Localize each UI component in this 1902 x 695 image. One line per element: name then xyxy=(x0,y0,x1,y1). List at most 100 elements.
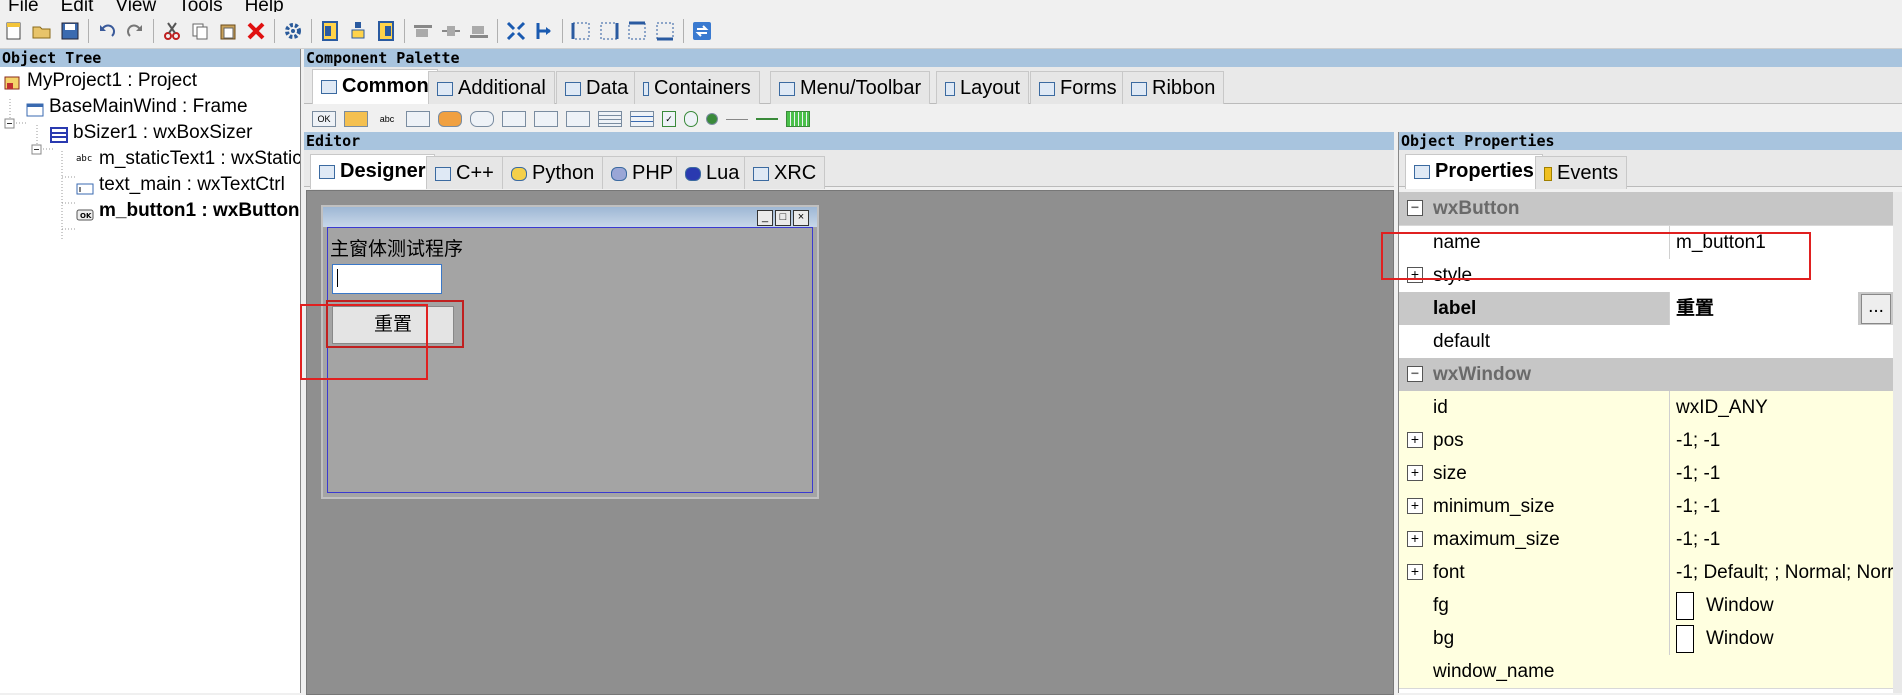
align-right-icon[interactable] xyxy=(375,20,397,42)
property-row-size[interactable]: + size -1; -1 xyxy=(1399,457,1893,491)
property-scrollbar[interactable] xyxy=(1893,192,1902,693)
menu-view[interactable]: View xyxy=(115,0,156,12)
property-row-id[interactable]: id wxID_ANY xyxy=(1399,391,1893,425)
ribbon-tab-icon xyxy=(1131,81,1147,96)
refresh-icon[interactable] xyxy=(691,20,713,42)
tree-item-static-text[interactable]: abc m_staticText1 : wxStatic xyxy=(76,147,300,171)
widget-grid-icon[interactable] xyxy=(598,111,622,127)
border-bottom-icon[interactable] xyxy=(654,20,676,42)
settings-icon[interactable] xyxy=(282,20,304,42)
undo-icon[interactable] xyxy=(96,20,118,42)
property-row-maximum-size[interactable]: + maximum_size -1; -1 xyxy=(1399,523,1893,557)
collapse-icon[interactable]: − xyxy=(1407,366,1423,382)
tab-containers[interactable]: Containers xyxy=(634,71,760,104)
widget-staticline-icon[interactable] xyxy=(726,118,748,120)
containers-tab-icon xyxy=(643,81,649,96)
tab-lua[interactable]: Lua xyxy=(676,156,749,189)
align-middle-icon[interactable] xyxy=(440,20,462,42)
property-row-font[interactable]: + font -1; Default; ; Normal; Norr xyxy=(1399,556,1894,590)
new-file-icon[interactable] xyxy=(3,20,25,42)
tab-common[interactable]: Common xyxy=(312,69,438,104)
ellipsis-button[interactable]: ... xyxy=(1861,294,1891,324)
tab-additional[interactable]: Additional xyxy=(428,71,555,104)
tree-item-sizer[interactable]: bSizer1 : wxBoxSizer xyxy=(50,121,253,145)
property-row-minimum-size[interactable]: + minimum_size -1; -1 xyxy=(1399,490,1893,524)
menu-tools[interactable]: Tools xyxy=(178,0,222,12)
widget-combobox-icon[interactable] xyxy=(470,111,494,127)
property-row-label[interactable]: label 重置... xyxy=(1399,292,1893,326)
border-top-icon[interactable] xyxy=(626,20,648,42)
property-row-bg[interactable]: bg Window xyxy=(1399,622,1893,656)
widget-checkbox-icon[interactable]: ✓ xyxy=(662,111,676,127)
widget-choice-icon[interactable] xyxy=(502,111,526,127)
border-right-icon[interactable] xyxy=(598,20,620,42)
paste-icon[interactable] xyxy=(217,20,239,42)
tree-item-frame[interactable]: BaseMainWind : Frame xyxy=(26,95,248,119)
color-swatch[interactable] xyxy=(1676,591,1694,620)
redo-icon[interactable] xyxy=(124,20,146,42)
widget-button-icon[interactable]: OK xyxy=(312,111,336,127)
align-bottom-icon[interactable] xyxy=(468,20,490,42)
tab-designer[interactable]: Designer xyxy=(310,154,435,189)
tab-cpp[interactable]: C++ xyxy=(426,156,503,189)
widget-listctrl-icon[interactable] xyxy=(630,111,654,127)
expand-icon[interactable] xyxy=(505,20,527,42)
textctrl-icon xyxy=(76,178,94,195)
category-wxwindow[interactable]: − wxWindow xyxy=(1399,358,1893,392)
save-icon[interactable] xyxy=(59,20,81,42)
menu-file[interactable]: File xyxy=(8,0,39,12)
tab-php[interactable]: PHP xyxy=(602,156,683,189)
expand-icon[interactable]: + xyxy=(1407,564,1423,580)
tab-layout[interactable]: Layout xyxy=(936,71,1030,104)
property-row-window-name[interactable]: window_name xyxy=(1399,655,1893,689)
widget-gauge-icon[interactable] xyxy=(786,111,810,127)
property-row-fg[interactable]: fg Window xyxy=(1399,589,1893,623)
expand-icon[interactable]: + xyxy=(1407,531,1423,547)
property-row-pos[interactable]: + pos -1; -1 xyxy=(1399,424,1893,458)
open-icon[interactable] xyxy=(31,20,53,42)
tab-python[interactable]: Python xyxy=(502,156,604,189)
widget-static-bitmap-icon[interactable] xyxy=(438,111,462,127)
expand-icon[interactable]: + xyxy=(1407,432,1423,448)
menu-help[interactable]: Help xyxy=(245,0,284,12)
delete-icon[interactable] xyxy=(245,20,267,42)
widget-textctrl-icon[interactable] xyxy=(406,111,430,127)
border-left-icon[interactable] xyxy=(570,20,592,42)
tab-menu-toolbar[interactable]: Menu/Toolbar xyxy=(770,71,931,104)
widget-radiobutton-icon[interactable] xyxy=(684,111,698,127)
tab-ribbon[interactable]: Ribbon xyxy=(1122,71,1225,104)
property-row-default[interactable]: default xyxy=(1399,325,1893,359)
static-text-widget[interactable]: 主窗体测试程序 xyxy=(330,234,463,261)
expand-icon[interactable]: + xyxy=(1407,498,1423,514)
properties-title: Object Properties xyxy=(1399,132,1902,150)
tree-item-button[interactable]: OK m_button1 : wxButton xyxy=(76,199,300,223)
widget-static-text-icon[interactable]: abc xyxy=(376,112,398,126)
tab-xrc[interactable]: XRC xyxy=(744,156,826,189)
tab-forms[interactable]: Forms xyxy=(1030,71,1126,104)
stretch-icon[interactable] xyxy=(533,20,555,42)
menu-bar: File Edit View Tools Help xyxy=(0,0,1902,12)
category-wxbutton[interactable]: − wxButton xyxy=(1399,192,1893,226)
align-left-icon[interactable] xyxy=(319,20,341,42)
tab-properties[interactable]: Properties xyxy=(1405,154,1543,189)
tab-data[interactable]: Data xyxy=(556,71,638,104)
collapse-icon[interactable]: − xyxy=(1407,200,1423,216)
widget-bitmap-button-icon[interactable] xyxy=(344,111,368,127)
designer-canvas[interactable]: _ □ × 主窗体测试程序 重置 xyxy=(306,190,1394,695)
common-tab-icon xyxy=(321,79,337,94)
widget-listbox-icon[interactable] xyxy=(534,111,558,127)
cut-icon[interactable] xyxy=(161,20,183,42)
align-top-icon[interactable] xyxy=(412,20,434,42)
tab-events[interactable]: Events xyxy=(1535,156,1628,189)
widget-radio-icon[interactable] xyxy=(706,113,718,125)
tree-item-project[interactable]: MyProject1 : Project xyxy=(4,69,197,93)
widget-slider-icon[interactable] xyxy=(756,118,778,120)
widget-radiobox-icon[interactable] xyxy=(566,111,590,127)
text-main-input[interactable] xyxy=(332,264,442,294)
expand-icon[interactable]: + xyxy=(1407,465,1423,481)
align-center-icon[interactable] xyxy=(347,20,369,42)
tree-item-text-ctrl[interactable]: text_main : wxTextCtrl xyxy=(76,173,285,197)
menu-edit[interactable]: Edit xyxy=(61,0,94,12)
copy-icon[interactable] xyxy=(189,20,211,42)
color-swatch[interactable] xyxy=(1676,624,1694,653)
